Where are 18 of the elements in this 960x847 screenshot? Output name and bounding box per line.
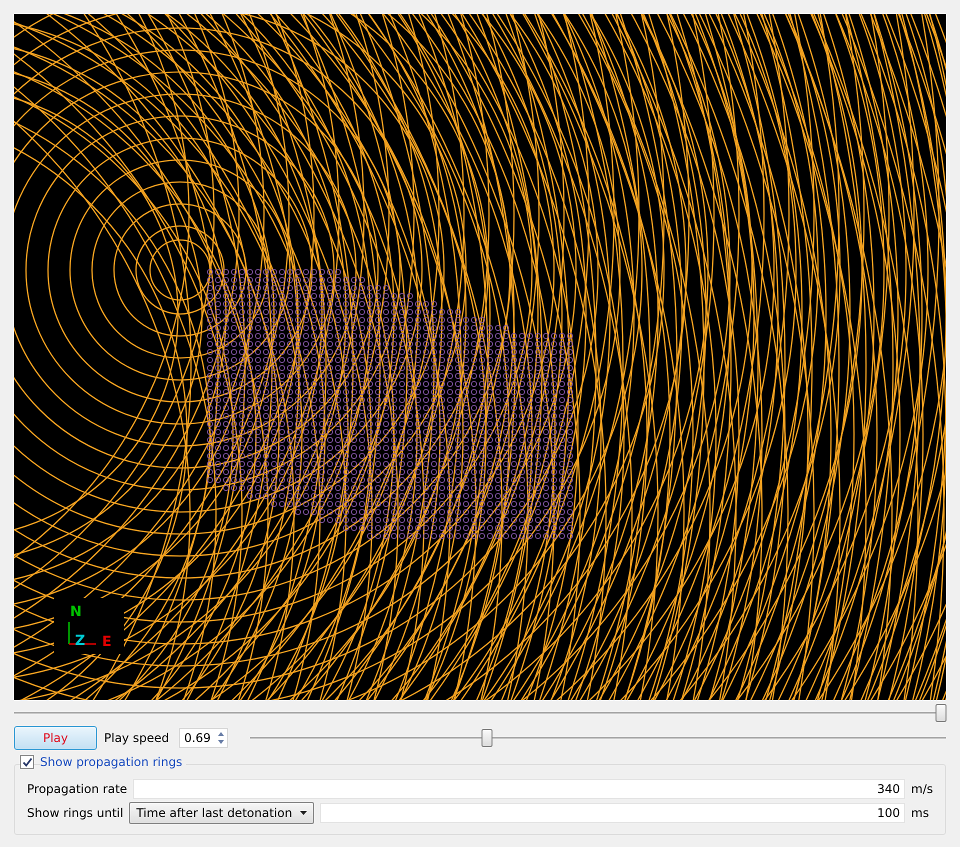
input-field[interactable]: 100 [320, 803, 905, 823]
input-field[interactable]: 340 [133, 779, 905, 799]
unit-label: m/s [911, 781, 933, 798]
axis-label: E [102, 634, 112, 650]
field-label: Propagation rate [27, 781, 128, 798]
play-speed-spinbox[interactable]: 0.69 [179, 728, 228, 748]
axis-label: N [70, 604, 82, 620]
field-label: Show rings until [27, 805, 124, 822]
slider-thumb[interactable] [481, 729, 492, 747]
slider-thumb[interactable] [936, 704, 947, 722]
checkbox[interactable] [20, 755, 34, 769]
play-button[interactable]: Play [14, 726, 97, 750]
caret-icon [300, 811, 308, 815]
dropdown[interactable]: Time after last detonation [129, 802, 314, 824]
play-speed-slider[interactable] [250, 728, 946, 748]
unit-label: ms [911, 805, 930, 822]
timeline-slider[interactable] [14, 703, 946, 723]
play-speed-label: Play speed [104, 730, 170, 747]
